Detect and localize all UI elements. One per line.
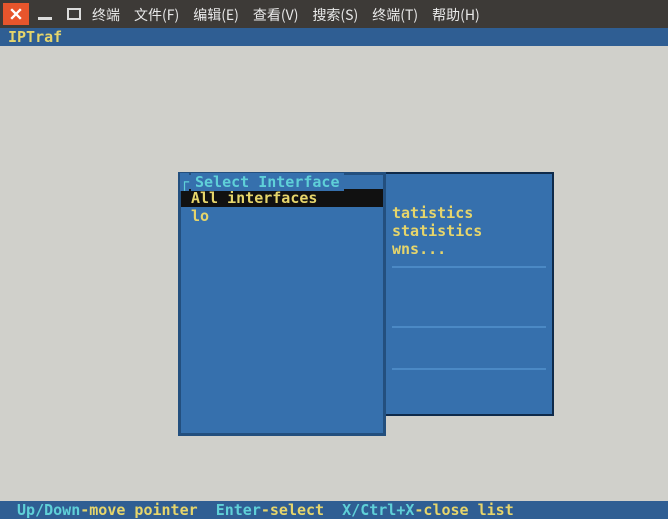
menu-edit[interactable]: 编辑(E) xyxy=(193,5,239,25)
app-title: IPTraf xyxy=(0,28,668,46)
bg-line: statistics xyxy=(392,222,546,240)
status-key: Up/Down xyxy=(8,501,80,519)
status-desc: -close list xyxy=(414,501,513,519)
status-bar: Up/Down-move pointer Enter-select X/Ctrl… xyxy=(0,501,668,519)
menu-help[interactable]: 帮助(H) xyxy=(432,5,480,25)
select-interface-dialog: ┌ Select Interface All interfaces lo xyxy=(178,172,386,436)
minimize-icon[interactable] xyxy=(32,3,58,25)
menu-file[interactable]: 文件(F) xyxy=(134,5,179,25)
terminal-area: IPTraf tatistics statistics wns... ┌ Sel… xyxy=(0,28,668,519)
interface-item-all[interactable]: All interfaces xyxy=(181,189,383,207)
menu-view[interactable]: 查看(V) xyxy=(253,5,299,25)
menubar: 终端 文件(F) 编辑(E) 查看(V) 搜索(S) 终端(T) 帮助(H) xyxy=(92,4,480,26)
bg-line: tatistics xyxy=(392,204,546,222)
status-desc: -move pointer xyxy=(80,501,215,519)
interface-list: All interfaces lo xyxy=(181,189,383,225)
bg-line: wns... xyxy=(392,240,546,258)
divider xyxy=(392,326,546,328)
box-corner-glyph: ┌ xyxy=(180,173,189,191)
interface-item-lo[interactable]: lo xyxy=(181,207,383,225)
menu-terminal[interactable]: 终端 xyxy=(92,5,120,25)
menu-terminal2[interactable]: 终端(T) xyxy=(372,5,418,25)
background-menu-box: tatistics statistics wns... xyxy=(386,172,554,416)
divider xyxy=(392,266,546,268)
menu-search[interactable]: 搜索(S) xyxy=(312,5,358,25)
status-key: X/Ctrl+X xyxy=(342,501,414,519)
maximize-icon[interactable] xyxy=(61,3,87,25)
close-icon[interactable] xyxy=(3,3,29,25)
divider xyxy=(392,368,546,370)
status-key: Enter xyxy=(216,501,261,519)
dialog-title: Select Interface xyxy=(191,173,344,191)
status-desc: -select xyxy=(261,501,342,519)
